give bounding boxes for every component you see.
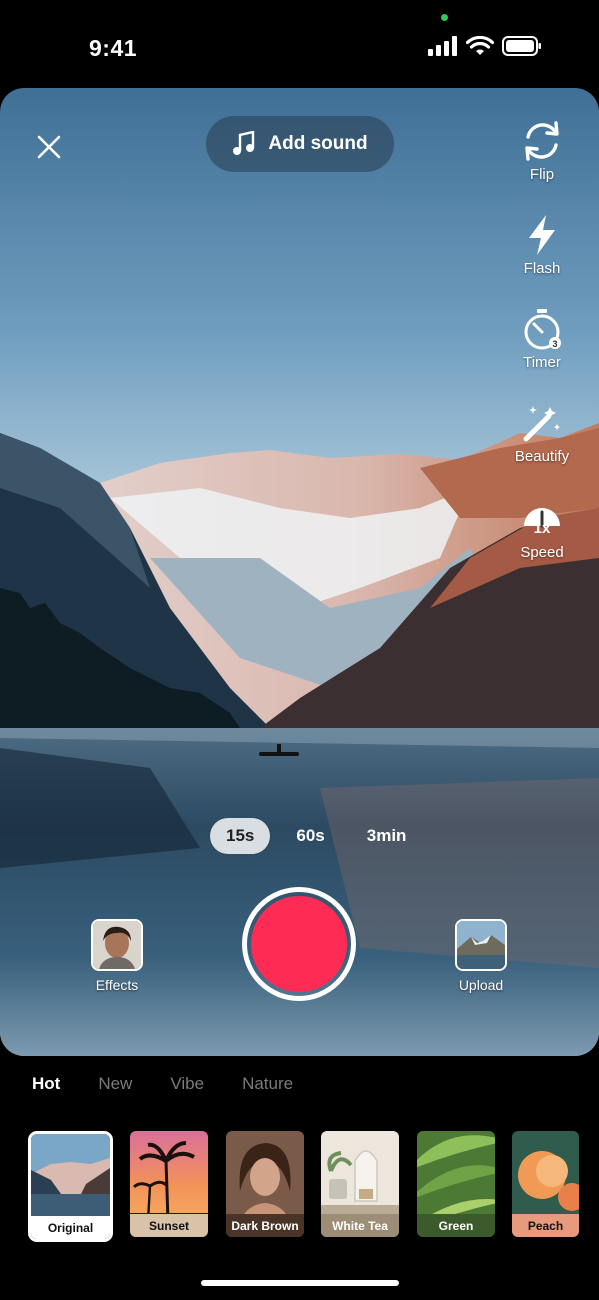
- status-icons: [428, 34, 542, 58]
- timer-button[interactable]: 3 Timer: [497, 306, 587, 371]
- upload-label: Upload: [458, 977, 504, 993]
- upload-thumbnail: [455, 919, 507, 971]
- record-button-inner: [251, 896, 347, 992]
- flip-button[interactable]: Flip: [497, 118, 587, 183]
- close-button[interactable]: [30, 128, 68, 166]
- beautify-button[interactable]: Beautify: [497, 400, 587, 465]
- speed-value: 1x: [533, 520, 551, 537]
- status-bar: 9:41: [0, 0, 599, 88]
- flash-button[interactable]: Flash: [497, 212, 587, 277]
- effects-button[interactable]: Effects: [91, 919, 143, 993]
- duration-3min[interactable]: 3min: [351, 818, 423, 854]
- beautify-label: Beautify: [514, 448, 570, 465]
- privacy-indicator-dot: [441, 14, 448, 21]
- flip-icon: [525, 121, 559, 161]
- filter-green-label: Green: [417, 1214, 495, 1237]
- record-button[interactable]: [242, 887, 356, 1001]
- filter-peach-label: Peach: [512, 1214, 579, 1237]
- music-note-icon: [233, 131, 255, 155]
- flash-icon: [529, 215, 555, 255]
- flash-label: Flash: [523, 260, 561, 277]
- filter-tab-vibe[interactable]: Vibe: [170, 1074, 204, 1094]
- close-icon: [37, 135, 61, 159]
- timer-icon: 3: [524, 309, 561, 350]
- filter-white-tea-label: White Tea: [321, 1214, 399, 1237]
- status-time: 9:41: [89, 35, 138, 61]
- filter-category-tabs: Hot New Vibe Nature: [32, 1074, 331, 1094]
- filter-sunset[interactable]: Sunset: [130, 1131, 208, 1237]
- filter-sunset-label: Sunset: [130, 1214, 208, 1237]
- effects-thumbnail: [91, 919, 143, 971]
- svg-text:3: 3: [552, 339, 557, 349]
- speed-button[interactable]: 1x Speed: [497, 496, 587, 561]
- filter-dark-brown-label: Dark Brown: [226, 1214, 304, 1237]
- home-indicator[interactable]: [201, 1280, 399, 1286]
- filter-green[interactable]: Green: [417, 1131, 495, 1237]
- magic-wand-icon: [523, 406, 560, 442]
- filter-tab-nature[interactable]: Nature: [242, 1074, 293, 1094]
- timer-label: Timer: [523, 354, 561, 371]
- effects-label: Effects: [95, 977, 139, 993]
- battery-icon: [502, 36, 541, 56]
- filter-tab-hot[interactable]: Hot: [32, 1074, 60, 1094]
- speed-label: Speed: [520, 544, 564, 561]
- duration-15s[interactable]: 15s: [210, 818, 271, 854]
- add-sound-button[interactable]: Add sound: [206, 116, 394, 172]
- filter-white-tea[interactable]: White Tea: [321, 1131, 399, 1237]
- cellular-signal-icon: [428, 36, 457, 56]
- upload-button[interactable]: Upload: [455, 919, 507, 993]
- add-sound-label: Add sound: [268, 133, 368, 154]
- filter-peach[interactable]: Peach: [512, 1131, 579, 1237]
- wifi-icon: [466, 36, 494, 55]
- filter-dark-brown[interactable]: Dark Brown: [226, 1131, 304, 1237]
- flip-label: Flip: [529, 166, 555, 183]
- duration-selector: 15s 60s 3min: [210, 818, 432, 854]
- camera-viewfinder[interactable]: Add sound Flip Flash 3 Timer Beautify 1x…: [0, 88, 599, 1056]
- duration-60s[interactable]: 60s: [280, 818, 340, 854]
- filter-tab-new[interactable]: New: [98, 1074, 132, 1094]
- filter-original[interactable]: Original: [28, 1131, 113, 1242]
- filter-original-label: Original: [31, 1216, 110, 1239]
